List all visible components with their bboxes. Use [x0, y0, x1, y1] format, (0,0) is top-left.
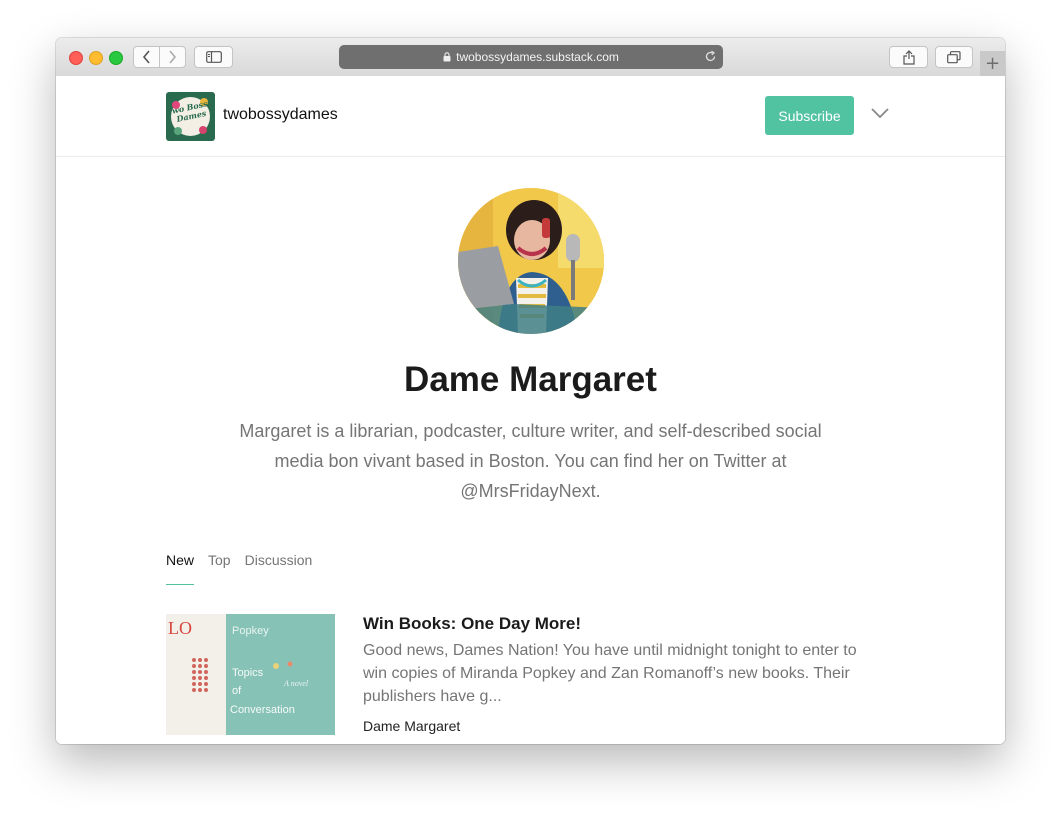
thumb-text-popkey: Popkey [232, 625, 269, 637]
share-icon [902, 49, 915, 65]
thumb-text-anovel: A novel [283, 679, 309, 688]
tab-overview-button[interactable] [935, 46, 973, 68]
sidebar-toggle-button[interactable] [194, 46, 233, 68]
subscribe-button[interactable]: Subscribe [765, 96, 854, 135]
site-name[interactable]: twobossydames [223, 106, 338, 124]
chevron-right-icon [169, 50, 177, 64]
post-excerpt: Good news, Dames Nation! You have until … [363, 642, 857, 705]
tab-overview-icon [947, 50, 961, 63]
thumb-text-topics: Topics [232, 667, 264, 679]
thumb-text-lo: LO [168, 618, 192, 638]
tab-discussion[interactable]: Discussion [245, 552, 313, 580]
chevron-left-icon [142, 50, 150, 64]
author-bio: Margaret is a librarian, podcaster, cult… [239, 421, 822, 501]
thumb-text-conversation: Conversation [230, 704, 295, 716]
page-content: Two Bossy Dames twobossydames Subscribe [56, 76, 1005, 744]
post-thumbnail[interactable]: LO Popkey Topics of Conversation A novel [166, 614, 335, 735]
post-author[interactable]: Dame Margaret [363, 718, 460, 734]
tab-new[interactable]: New [166, 552, 195, 585]
chevron-down-icon[interactable] [871, 108, 889, 119]
zoom-window-button[interactable] [109, 51, 123, 65]
minimize-window-button[interactable] [89, 51, 103, 65]
thumb-text-of: of [232, 685, 242, 697]
address-bar[interactable]: twobossydames.substack.com [339, 45, 723, 69]
browser-toolbar: twobossydames.substack.com + [56, 38, 1005, 77]
new-tab-button[interactable]: + [980, 51, 1005, 76]
nav-button-group [133, 46, 186, 68]
post-item[interactable]: LO Popkey Topics of Conversation A novel… [166, 614, 886, 744]
author-avatar [458, 188, 604, 334]
share-button[interactable] [889, 46, 928, 68]
forward-button[interactable] [160, 47, 185, 67]
site-header: Two Bossy Dames twobossydames Subscribe [56, 76, 1005, 157]
back-button[interactable] [134, 47, 159, 67]
site-logo[interactable]: Two Bossy Dames [166, 92, 215, 141]
sidebar-icon [205, 51, 222, 63]
post-tabs: New Top Discussion [166, 552, 326, 585]
tab-top[interactable]: Top [208, 552, 231, 580]
url-text: twobossydames.substack.com [456, 50, 619, 64]
close-window-button[interactable] [69, 51, 83, 65]
browser-window: twobossydames.substack.com + Two Bossy D… [56, 38, 1005, 744]
post-title[interactable]: Win Books: One Day More! [363, 614, 581, 634]
lock-icon [443, 52, 451, 62]
reload-icon[interactable] [704, 50, 717, 63]
author-name: Dame Margaret [404, 360, 657, 399]
